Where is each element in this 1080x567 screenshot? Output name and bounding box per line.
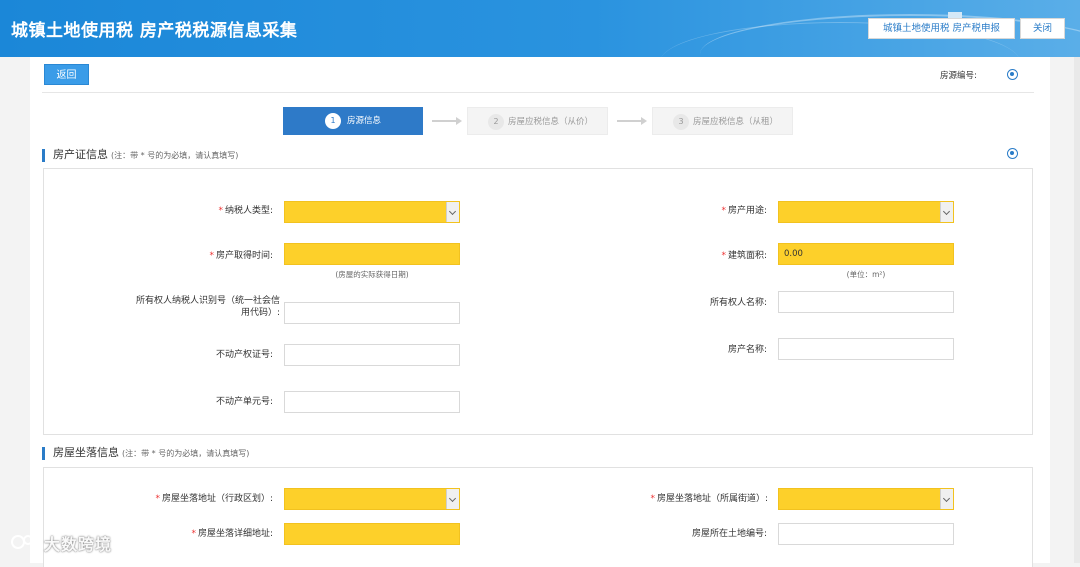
watermark-logo-icon [11,535,40,549]
page-title: 城镇土地使用税 房产税税源信息采集 [11,21,298,41]
gear-icon[interactable] [1007,148,1018,159]
area-input[interactable]: 0.00 [778,243,954,265]
section-title-text: 房屋坐落信息 [53,446,119,459]
district-label: * 房屋坐落地址（行政区划）: [155,494,273,504]
required-star: * [209,251,214,261]
step-number: 1 [325,113,341,129]
section-title-text: 房产证信息 [53,148,108,161]
section-title-location: 房屋坐落信息 (注：带 * 号的为必填，请认真填写) [42,447,249,460]
step-label: 房屋应税信息（从租） [693,117,779,127]
usage-label: * 房产用途: [721,206,767,216]
required-star: * [191,529,196,539]
acquire-time-hint: (房屋的实际获得日期) [335,270,409,279]
usage-select[interactable] [778,201,954,223]
chevron-down-icon[interactable] [446,202,459,222]
section-note: (注：带 * 号的为必填，请认真填写) [111,151,239,160]
acquire-time-input[interactable] [284,243,460,265]
step-number: 3 [673,114,689,130]
required-star: * [721,251,726,261]
arrow-right-icon [617,117,647,125]
detail-address-input[interactable] [284,523,460,545]
street-select[interactable] [778,488,954,510]
land-no-input[interactable] [778,523,954,545]
step-number: 2 [488,114,504,130]
required-star: * [721,206,726,216]
street-label: * 房屋坐落地址（所属街道）: [650,494,768,504]
section-title-certificate: 房产证信息 (注：带 * 号的为必填，请认真填写) [42,149,238,162]
chevron-down-icon[interactable] [446,489,459,509]
tax-declare-button[interactable]: 城镇土地使用税 房产税申报 [868,18,1015,39]
divider [42,92,1034,93]
property-name-input[interactable] [778,338,954,360]
owner-name-input[interactable] [778,291,954,313]
step-price-tax-info[interactable]: 2 房屋应税信息（从价） [467,107,608,135]
back-button[interactable]: 返回 [44,64,89,85]
app-header: 城镇土地使用税 房产税税源信息采集 城镇土地使用税 房产税申报 关闭 [0,0,1080,57]
arrow-right-icon [432,117,462,125]
step-label: 房屋应税信息（从价） [508,117,594,127]
acquire-time-label: * 房产取得时间: [209,251,273,261]
watermark-text: 大数跨境 [44,535,113,554]
required-star: * [650,494,655,504]
taxpayer-type-select[interactable] [284,201,460,223]
required-star: * [155,494,160,504]
area-value: 0.00 [784,249,803,259]
close-button[interactable]: 关闭 [1020,18,1065,39]
property-name-label: 房产名称: [727,345,767,355]
unit-no-input[interactable] [284,391,460,413]
owner-id-label: 所有权人纳税人识别号（统一社会信 用代码）: [135,296,280,318]
area-label: * 建筑面积: [721,251,767,261]
taxpayer-type-label: * 纳税人类型: [218,206,273,216]
step-rent-tax-info[interactable]: 3 房屋应税信息（从租） [652,107,793,135]
gear-icon[interactable] [1007,69,1018,80]
owner-name-label: 所有权人名称: [709,298,767,308]
land-no-label: 房屋所在土地编号: [691,529,767,539]
cert-no-input[interactable] [284,344,460,366]
detail-address-label: * 房屋坐落详细地址: [191,529,273,539]
scrollbar[interactable] [1074,57,1080,563]
unit-no-label: 不动产单元号: [215,397,273,407]
district-select[interactable] [284,488,460,510]
cert-no-label: 不动产权证号: [215,350,273,360]
area-hint: (单位：m²) [846,270,886,279]
chevron-down-icon[interactable] [940,202,953,222]
chevron-down-icon[interactable] [940,489,953,509]
required-star: * [218,206,223,216]
step-label: 房源信息 [347,116,382,126]
owner-id-input[interactable] [284,302,460,324]
location-form [43,467,1033,567]
source-number-label: 房源编号: [940,71,977,81]
step-house-info[interactable]: 1 房源信息 [283,107,423,135]
section-note: (注：带 * 号的为必填，请认真填写) [122,449,250,458]
